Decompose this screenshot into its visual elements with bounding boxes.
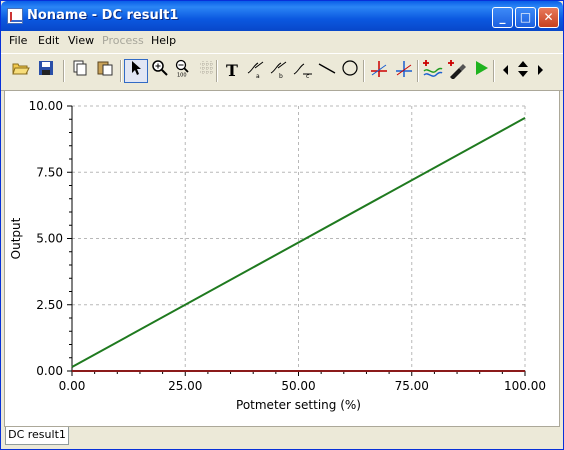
svg-text:a: a [256,73,260,79]
tab-label: DC result1 [8,428,66,441]
x-tick-label: 100.00 [504,379,546,393]
close-icon: ✕ [543,10,554,24]
text-icon: T [226,61,238,80]
save-button[interactable] [34,59,58,83]
menu-file[interactable]: File [9,34,27,47]
x-tick-label: 75.00 [395,379,429,393]
scroll-left-button[interactable] [497,59,513,83]
toolbar: 100 T a b c [1,53,563,91]
add-trace-button[interactable] [421,59,445,83]
zoom-100-icon: 100 [175,59,189,79]
x-axis-label: Potmeter setting (%) [236,398,361,412]
y-tick-label: 7.50 [36,165,63,179]
title-bar[interactable]: Noname - DC result1 _ □ ✕ [1,1,563,31]
svg-text:b: b [279,73,283,79]
run-button[interactable] [469,59,493,83]
toolbar-separator [216,60,218,82]
tab-dc-result1[interactable]: DC result1 [5,427,69,445]
menu-help[interactable]: Help [151,34,176,47]
menu-view[interactable]: View [68,34,94,47]
cursor-a-icon [371,61,387,77]
paste-icon [97,61,113,76]
scroll-left-icon [503,65,508,75]
zoom-100-button[interactable]: 100 [171,59,195,83]
svg-text:c: c [306,73,309,79]
chart: 0.00 25.00 50.00 75.00 100.00 0.00 2.50 5.00 7.5… [9,99,546,412]
scroll-updown-button[interactable] [513,59,533,83]
toolbar-separator [493,60,495,82]
label-a-button[interactable]: a [244,59,268,83]
menu-edit[interactable]: Edit [38,34,59,47]
tab-strip: DC result1 [1,427,563,449]
minimize-button[interactable]: _ [492,7,513,28]
open-icon [12,63,30,75]
x-tick-label: 0.00 [59,379,86,393]
close-button[interactable]: ✕ [538,7,559,28]
y-tick-label: 5.00 [36,232,63,246]
y-tick-label: 0.00 [36,364,63,378]
minimize-icon: _ [499,10,506,24]
zoom-in-icon [152,60,168,76]
label-b-icon: b [270,61,287,80]
copy-button[interactable] [68,59,92,83]
zoom-in-button[interactable] [148,59,172,83]
ellipse-icon [342,60,358,76]
plot-area[interactable]: 0.00 25.00 50.00 75.00 100.00 0.00 2.50 5.00 7.5… [4,90,560,427]
copy-icon [73,60,87,76]
cursor-a-button[interactable] [367,59,391,83]
text-button[interactable]: T [220,59,244,83]
cursor-b-icon [396,61,412,77]
app-icon [7,8,23,24]
save-icon [39,61,53,75]
maximize-icon: □ [519,10,532,24]
y-tick-label: 10.00 [29,99,63,113]
y-tick-label: 2.50 [36,298,63,312]
toolbar-separator [63,60,65,82]
pick-color-icon [448,60,466,80]
menu-bar: File Edit View Process Help [1,31,563,51]
window-title: Noname - DC result1 [27,8,179,23]
toolbar-separator [363,60,365,82]
app-window: Noname - DC result1 _ □ ✕ File Edit View… [0,0,564,450]
add-trace-icon [423,60,443,77]
y-axis-label: Output [9,217,23,259]
scroll-updown-icon [518,61,528,77]
x-tick-label: 25.00 [168,379,202,393]
pointer-icon [132,61,141,75]
label-c-button[interactable]: c [291,59,315,83]
pointer-button[interactable] [124,59,148,83]
label-a-icon: a [247,61,264,80]
open-button[interactable] [9,59,33,83]
svg-text:100: 100 [177,73,187,78]
line-button[interactable] [315,59,339,83]
line-icon [318,63,336,74]
maximize-button[interactable]: □ [515,7,536,28]
pick-color-button[interactable] [445,59,469,83]
run-icon [476,61,488,75]
menu-process[interactable]: Process [102,34,144,47]
toolbar-separator [417,60,419,82]
ellipse-button[interactable] [338,59,362,83]
label-c-icon: c [293,63,312,80]
cursor-b-button[interactable] [392,59,416,83]
paste-button[interactable] [93,59,117,83]
grid-icon [200,61,214,75]
toolbar-separator [120,60,122,82]
label-b-button[interactable]: b [267,59,291,83]
scroll-right-icon [538,65,543,75]
x-tick-label: 50.00 [281,379,315,393]
scroll-right-button[interactable] [533,59,549,83]
